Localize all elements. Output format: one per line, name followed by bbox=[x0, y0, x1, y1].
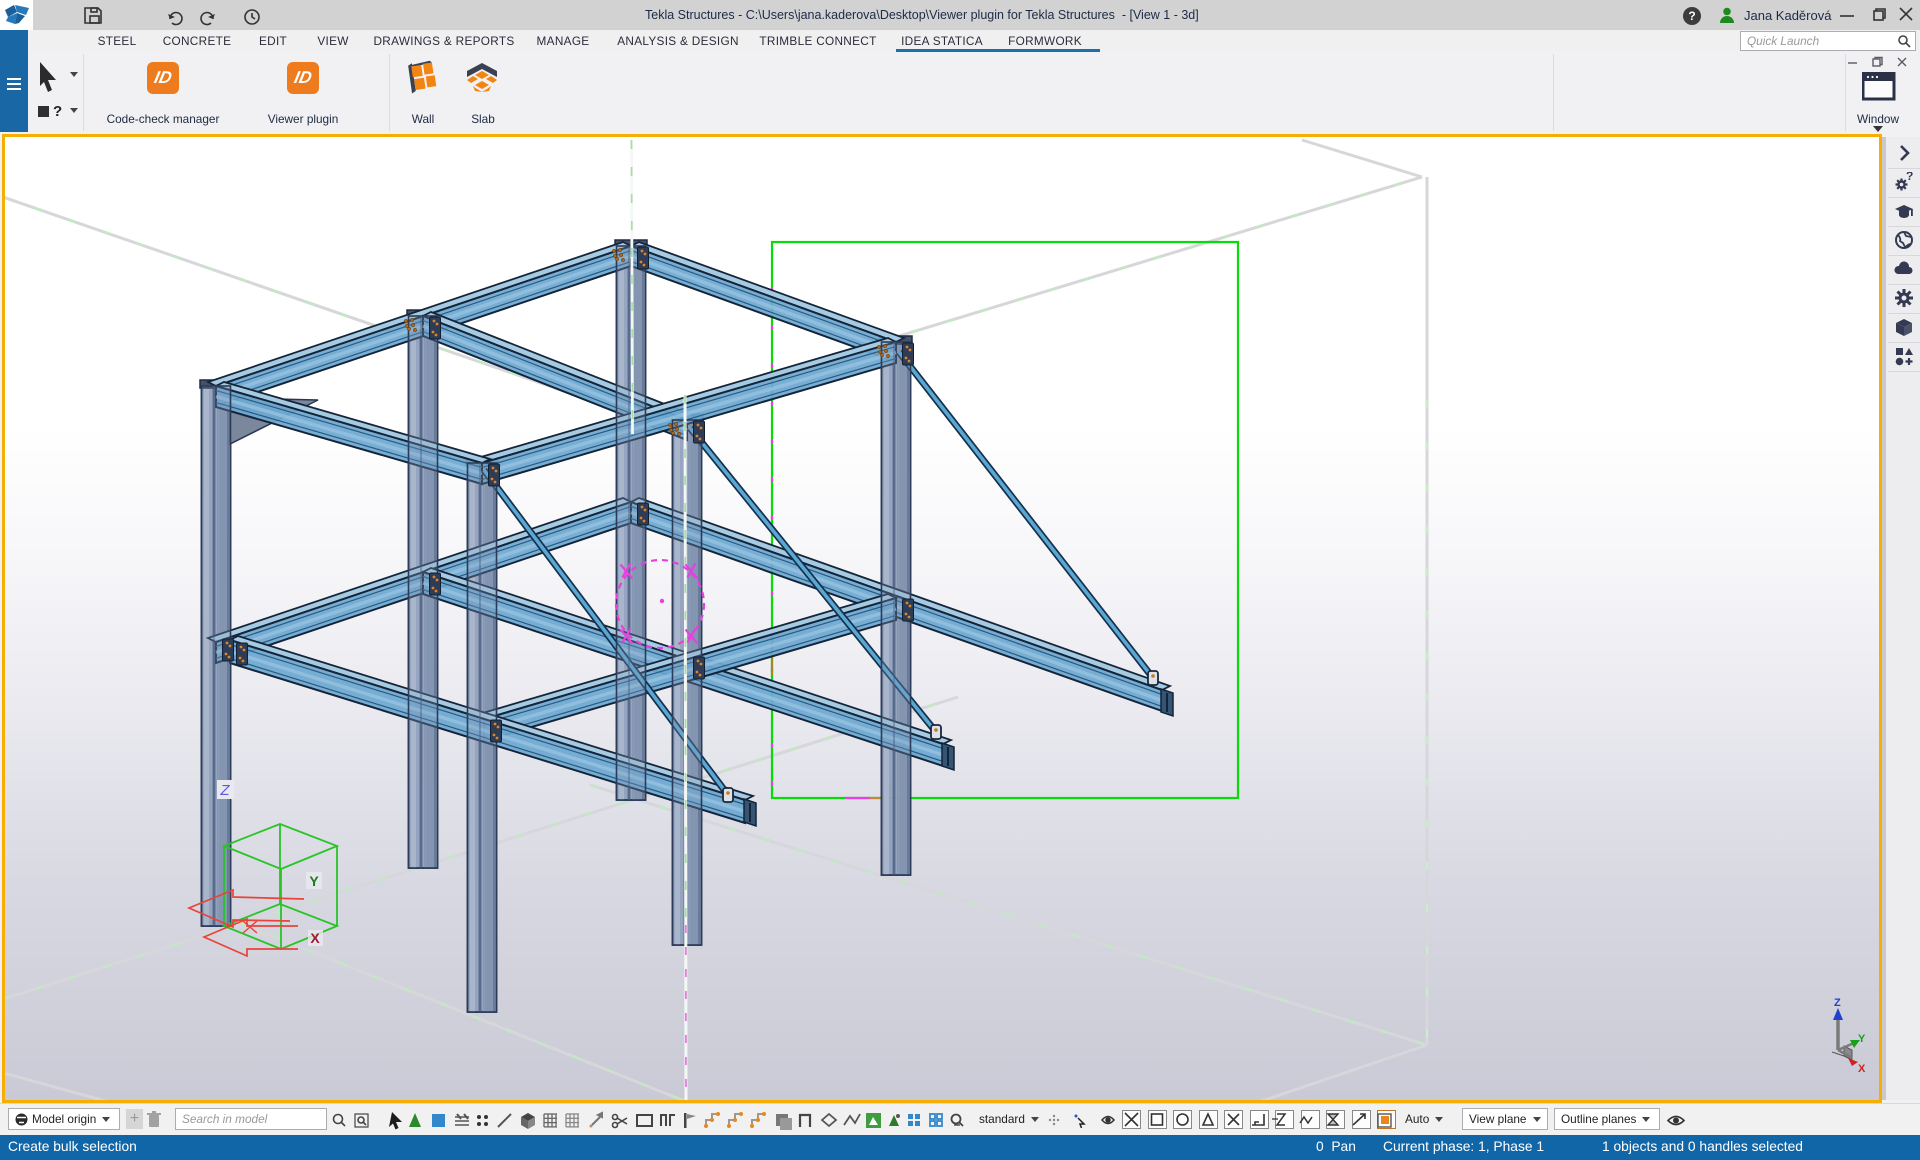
svg-text:Z: Z bbox=[219, 782, 230, 799]
svg-text:Y: Y bbox=[1858, 1033, 1866, 1045]
svg-text:Z: Z bbox=[1834, 997, 1841, 1009]
svg-text:?: ? bbox=[1906, 172, 1913, 183]
svg-text:Y: Y bbox=[309, 873, 319, 889]
svg-text:?: ? bbox=[53, 103, 62, 120]
svg-text:X: X bbox=[1858, 1063, 1866, 1075]
svg-text:X: X bbox=[310, 930, 320, 946]
